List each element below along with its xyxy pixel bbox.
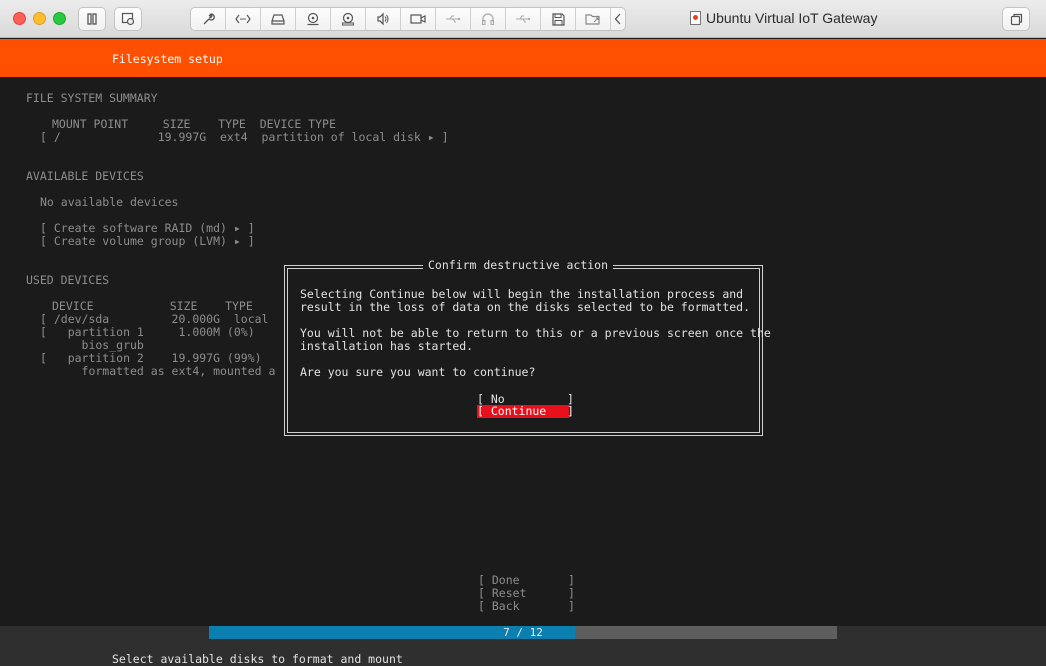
code-brackets-icon	[235, 14, 251, 24]
audio-button[interactable]	[366, 8, 401, 30]
summary-row[interactable]: [ / 19.997G ext4 partition of local disk…	[40, 131, 449, 144]
usb-button-2[interactable]	[506, 8, 541, 30]
pause-vm-button[interactable]	[78, 7, 106, 31]
create-lvm-button[interactable]: [ Create volume group (LVM) ▸ ]	[40, 235, 255, 248]
code-button[interactable]	[226, 8, 261, 30]
fullscreen-window-button[interactable]	[53, 12, 66, 25]
dialog-title: Confirm destructive action	[423, 258, 614, 272]
window-title: Ubuntu Virtual IoT Gateway	[690, 10, 877, 26]
cd-drive-icon	[307, 12, 319, 26]
installer-header: Filesystem setup	[0, 39, 1046, 77]
page-title: Filesystem setup	[112, 52, 223, 66]
summary-heading: FILE SYSTEM SUMMARY	[26, 91, 158, 105]
usb-icon	[516, 15, 531, 23]
dialog-text: result in the loss of data on the disks …	[300, 300, 751, 314]
chevron-left-icon	[614, 13, 621, 25]
device-toolbar	[190, 7, 626, 31]
usb-button[interactable]	[436, 8, 471, 30]
dialog-text: installation has started.	[300, 339, 474, 353]
installer-footer: 7 / 12 Select available disks to format …	[0, 626, 1046, 666]
settings-button[interactable]	[191, 8, 226, 30]
back-button[interactable]: [ Back ]	[478, 600, 575, 613]
vm-document-icon	[690, 11, 701, 25]
wrench-icon	[203, 13, 215, 25]
progress-bar: 7 / 12	[209, 626, 837, 639]
window-copy-icon	[1010, 13, 1022, 25]
window-title-text: Ubuntu Virtual IoT Gateway	[706, 10, 878, 26]
shared-folder-button[interactable]	[576, 8, 611, 30]
optical-drive-button[interactable]	[331, 8, 366, 30]
pause-icon	[87, 13, 97, 25]
used-row: formatted as ext4, mounted a	[40, 364, 276, 378]
floppy-button[interactable]	[541, 8, 576, 30]
close-window-button[interactable]	[13, 12, 26, 25]
toolbar-collapse-button[interactable]	[611, 8, 625, 30]
confirm-dialog: Confirm destructive action Selecting Con…	[284, 258, 771, 436]
headphones-icon	[481, 13, 495, 26]
available-heading: AVAILABLE DEVICES	[26, 169, 144, 183]
snapshot-button[interactable]	[114, 7, 142, 31]
optical-disc-icon	[342, 12, 354, 26]
minimize-window-button[interactable]	[33, 12, 46, 25]
continue-button[interactable]: [ Continue ]	[477, 405, 574, 418]
headphones-button[interactable]	[471, 8, 506, 30]
view-mode-button[interactable]	[1002, 7, 1030, 31]
camera-button[interactable]	[401, 8, 436, 30]
available-empty: No available devices	[40, 195, 179, 209]
hard-disk-button[interactable]	[261, 8, 296, 30]
window-titlebar: Ubuntu Virtual IoT Gateway	[0, 0, 1046, 38]
shared-folder-icon	[585, 13, 600, 25]
progress-label: 7 / 12	[503, 626, 543, 639]
used-heading: USED DEVICES	[26, 273, 110, 287]
camera-icon	[410, 14, 426, 24]
footer-hint: Select available disks to format and mou…	[112, 652, 403, 666]
usb-icon	[446, 15, 461, 23]
snapshot-icon	[121, 12, 135, 26]
cd-drive-button[interactable]	[296, 8, 331, 30]
floppy-icon	[551, 12, 565, 26]
speaker-icon	[377, 12, 389, 26]
dialog-question: Are you sure you want to continue?	[300, 365, 536, 379]
hard-drive-icon	[271, 14, 285, 25]
